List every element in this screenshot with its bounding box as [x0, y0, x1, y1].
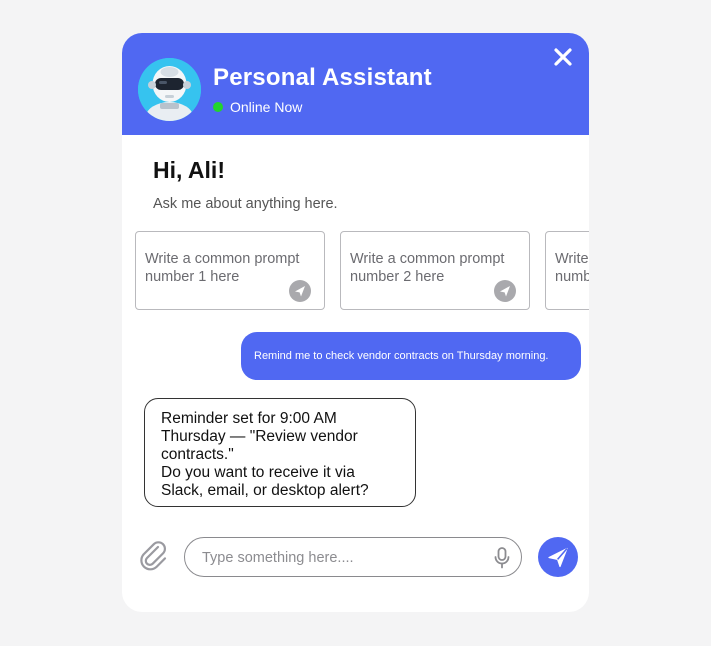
- assistant-message-line: contracts.": [161, 446, 234, 463]
- prompt-send-button[interactable]: [289, 280, 311, 302]
- online-status: Online Now: [213, 99, 302, 115]
- microphone-icon: [494, 547, 510, 569]
- assistant-message-line: Slack, email, or desktop alert?: [161, 482, 369, 499]
- online-status-label: Online Now: [230, 99, 303, 115]
- prompt-card-3[interactable]: Write a common prompt number 3 here: [545, 231, 589, 310]
- send-button[interactable]: [538, 537, 578, 577]
- greeting-subtitle: Ask me about anything here.: [153, 196, 338, 212]
- prompt-card-2[interactable]: Write a common prompt number 2 here: [340, 231, 530, 310]
- send-icon: [500, 286, 510, 297]
- assistant-title: Personal Assistant: [213, 64, 432, 91]
- user-message: Remind me to check vendor contracts on T…: [241, 332, 581, 380]
- suggested-prompts: Write a common prompt number 1 here Writ…: [135, 231, 589, 311]
- assistant-message-line: Reminder set for 9:00 AM: [161, 410, 337, 427]
- prompt-text: Write a common prompt number 3 here: [555, 251, 589, 285]
- message-input-box: [184, 537, 522, 577]
- chat-widget: Personal Assistant Online Now Hi, Ali! A…: [122, 33, 589, 612]
- send-icon: [295, 286, 305, 297]
- robot-icon: [138, 58, 201, 121]
- assistant-message-line: Do you want to receive it via: [161, 464, 355, 481]
- prompt-card-1[interactable]: Write a common prompt number 1 here: [135, 231, 325, 310]
- assistant-message: Reminder set for 9:00 AM Thursday — "Rev…: [144, 398, 416, 507]
- microphone-button[interactable]: [493, 546, 511, 570]
- attach-button[interactable]: [136, 538, 170, 572]
- chat-header: Personal Assistant Online Now: [122, 33, 589, 135]
- prompt-send-button[interactable]: [494, 280, 516, 302]
- message-input[interactable]: [202, 547, 482, 569]
- assistant-avatar: [138, 58, 201, 121]
- send-icon: [548, 547, 568, 568]
- online-dot-icon: [213, 102, 223, 112]
- close-button[interactable]: [553, 47, 573, 67]
- greeting-heading: Hi, Ali!: [153, 157, 225, 183]
- assistant-message-line: Thursday — "Review vendor: [161, 428, 358, 445]
- paperclip-icon: [140, 541, 167, 571]
- close-icon: [554, 48, 572, 66]
